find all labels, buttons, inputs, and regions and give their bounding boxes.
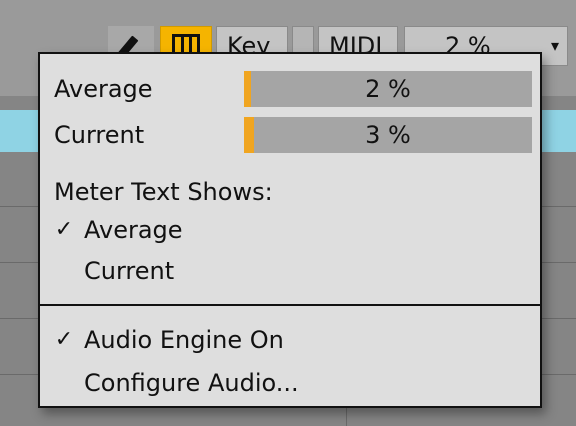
current-meter-value: 3 %	[365, 121, 411, 149]
average-meter: 2 %	[244, 71, 532, 107]
cpu-load-menu: Average 2 % Current 3 % Meter Text Shows…	[38, 52, 542, 408]
menu-item-label: Audio Engine On	[84, 326, 284, 354]
current-meter-label: Current	[54, 121, 145, 149]
current-meter: 3 %	[244, 117, 532, 153]
average-meter-value: 2 %	[365, 75, 411, 103]
average-meter-row: Average 2 %	[40, 70, 540, 108]
current-meter-row: Current 3 %	[40, 116, 540, 154]
menu-item-audio-engine-on[interactable]: ✓ Audio Engine On	[40, 320, 540, 360]
menu-item-average[interactable]: ✓ Average	[40, 210, 540, 250]
check-icon: ✓	[54, 217, 74, 242]
meter-text-shows-heading: Meter Text Shows:	[54, 178, 273, 206]
menu-item-label: Current	[84, 257, 175, 285]
menu-item-configure-audio[interactable]: Configure Audio...	[40, 363, 540, 403]
menu-item-label: Configure Audio...	[84, 369, 299, 397]
menu-item-current[interactable]: Current	[40, 251, 540, 291]
check-icon: ✓	[54, 327, 74, 352]
menu-item-label: Average	[84, 216, 183, 244]
average-meter-label: Average	[54, 75, 153, 103]
menu-separator	[40, 304, 540, 306]
chevron-down-icon: ▾	[550, 36, 559, 55]
